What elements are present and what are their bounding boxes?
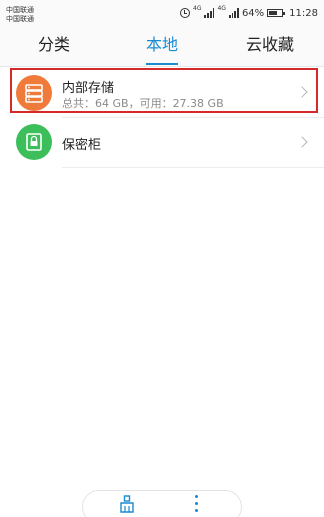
tab-bar: 分类 本地 云收藏 — [0, 28, 324, 66]
signal-icon — [204, 8, 215, 18]
network-type-label: 4G — [217, 5, 226, 12]
tab-category[interactable]: 分类 — [0, 28, 108, 66]
active-tab-indicator — [146, 63, 178, 65]
status-indicators: 4G 4G 64% 11:28 — [180, 6, 318, 20]
clean-icon — [120, 495, 134, 513]
alarm-icon — [180, 8, 190, 18]
more-icon — [195, 495, 198, 498]
divider — [62, 167, 324, 168]
status-bar: 中国联通 中国联通 4G 4G 64% 11:28 — [0, 0, 324, 28]
clock: 11:28 — [289, 7, 318, 19]
clean-button[interactable] — [117, 494, 137, 514]
divider — [0, 66, 324, 67]
tab-local[interactable]: 本地 — [108, 28, 216, 66]
signal-icon — [228, 8, 239, 18]
selection-highlight — [10, 68, 318, 113]
safe-icon — [16, 124, 52, 160]
carrier-label-1: 中国联通 — [6, 6, 34, 14]
chevron-right-icon — [296, 136, 308, 148]
network-type-label: 4G — [193, 5, 202, 12]
tab-local-label: 本地 — [145, 35, 178, 54]
list-item-safe[interactable]: 保密柜 — [0, 118, 324, 170]
item-title: 保密柜 — [62, 138, 102, 153]
tab-cloud-favorites[interactable]: 云收藏 — [216, 28, 324, 66]
battery-percent: 64% — [241, 7, 265, 19]
carrier-label-2: 中国联通 — [6, 15, 34, 23]
bottom-toolbar — [82, 490, 242, 517]
battery-icon — [267, 9, 286, 17]
more-button[interactable] — [191, 494, 203, 514]
